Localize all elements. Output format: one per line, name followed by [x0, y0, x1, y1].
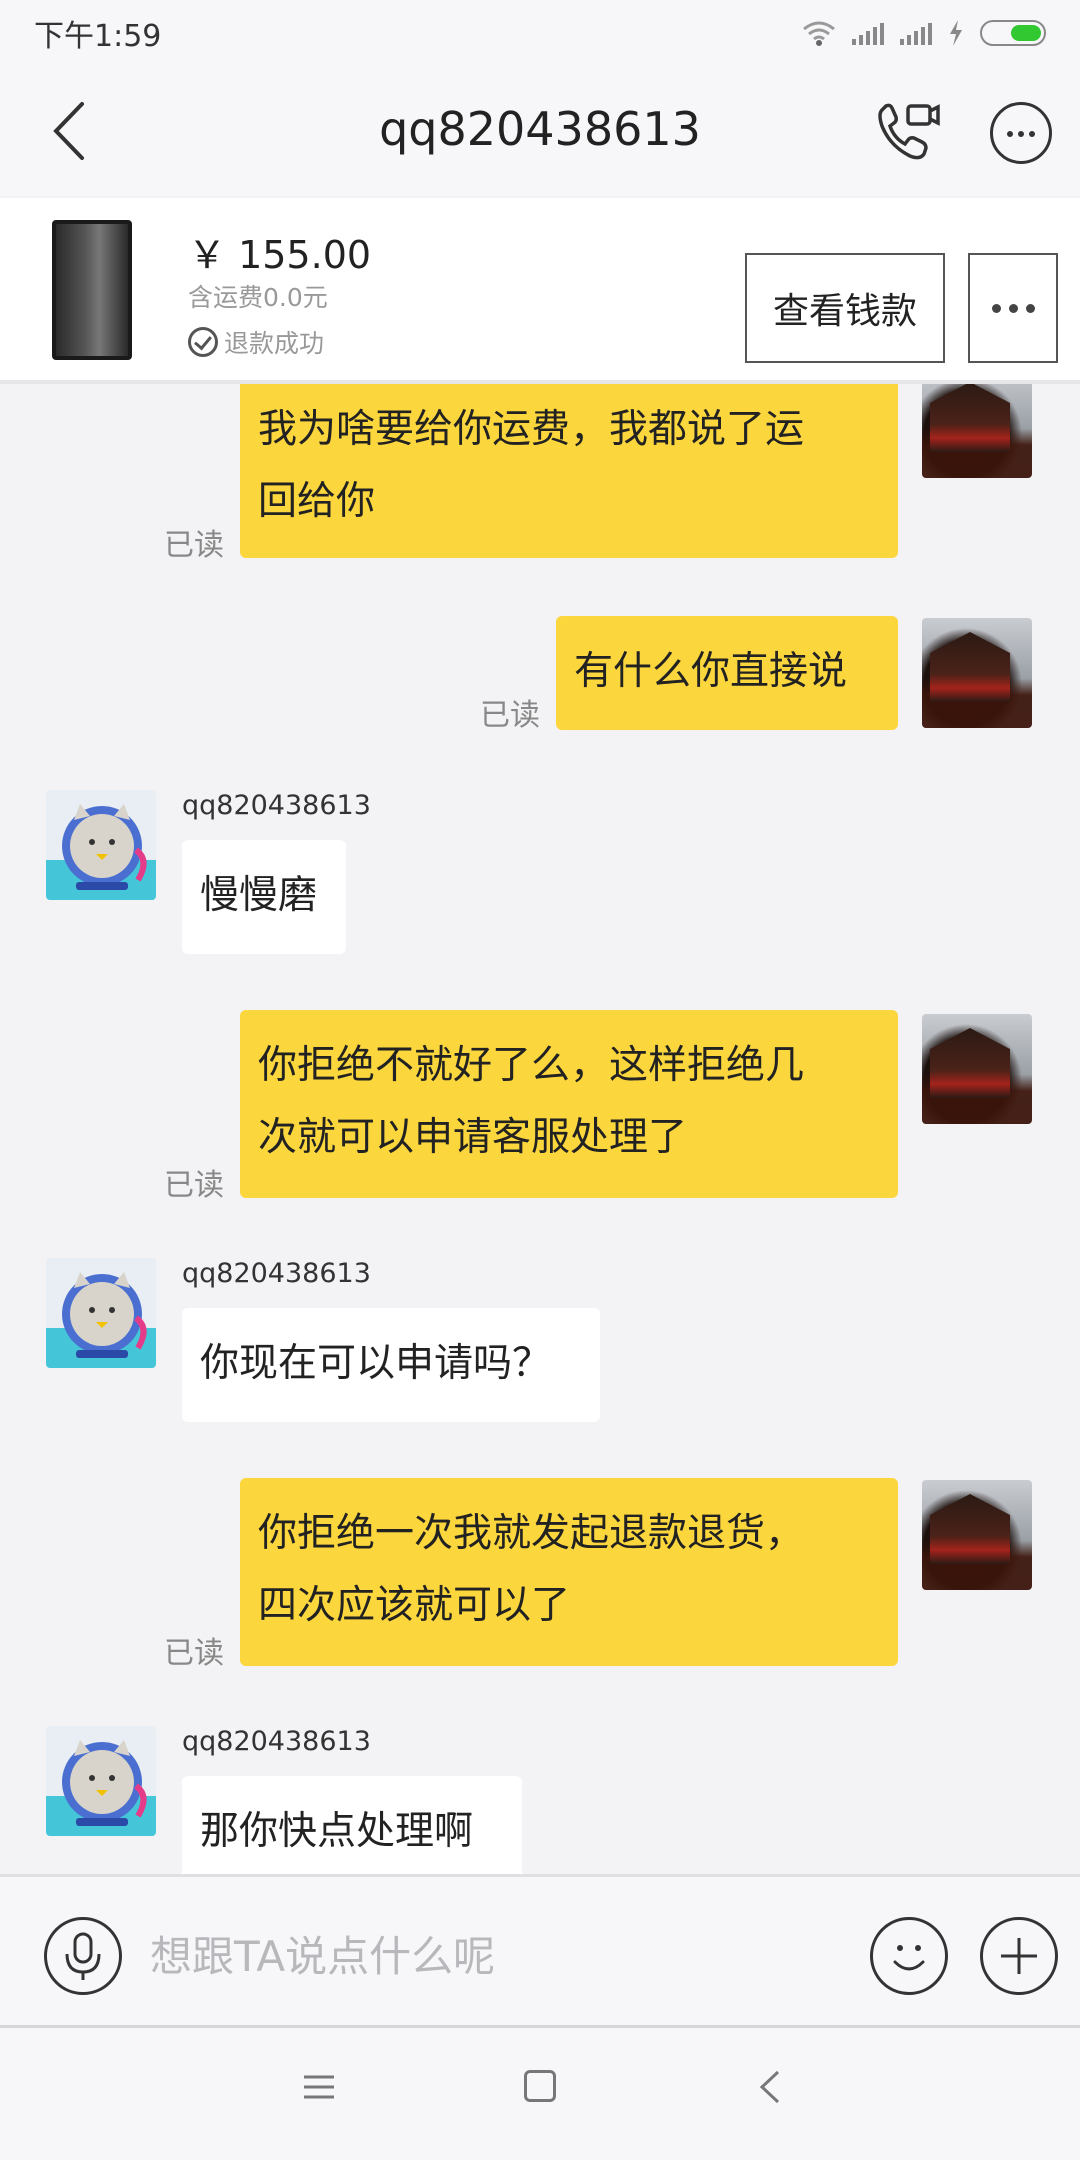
- attach-plus-button[interactable]: [980, 1917, 1058, 1995]
- contact-avatar[interactable]: [46, 790, 156, 900]
- view-money-button[interactable]: 查看钱款: [745, 253, 945, 363]
- signal-icon-2: [900, 21, 932, 45]
- message-line: 那你快点处理啊: [200, 1809, 474, 1854]
- message-line: 次就可以申请客服处理了: [258, 1115, 688, 1160]
- battery-icon: [980, 20, 1046, 46]
- ellipsis-circle-icon: [1007, 131, 1035, 137]
- refund-status: 退款成功: [188, 324, 324, 360]
- product-thumbnail[interactable]: [52, 220, 132, 360]
- read-receipt: 已读: [164, 528, 224, 563]
- my-avatar[interactable]: [922, 1480, 1032, 1590]
- my-avatar[interactable]: [922, 384, 1032, 478]
- read-receipt: 已读: [480, 698, 540, 733]
- status-time: 下午1:59: [34, 19, 162, 54]
- my-message-bubble[interactable]: 你拒绝不就好了么，这样拒绝几 次就可以申请客服处理了: [240, 1010, 898, 1198]
- home-square-icon[interactable]: [524, 2070, 556, 2102]
- message-line: 你现在可以申请吗？: [200, 1341, 552, 1386]
- sender-name: qq820438613: [182, 790, 371, 821]
- charging-icon: [950, 20, 962, 46]
- menu-icon[interactable]: [300, 2068, 338, 2106]
- message-line: 有什么你直接说: [574, 649, 848, 694]
- order-shipping: 含运费0.0元: [188, 283, 328, 312]
- refund-status-label: 退款成功: [224, 329, 325, 358]
- composer-bar: [0, 1874, 1080, 2028]
- cat-avatar-icon: [46, 1272, 156, 1368]
- read-receipt: 已读: [164, 1168, 224, 1203]
- more-options-button[interactable]: [990, 102, 1052, 164]
- my-message-bubble[interactable]: 你拒绝一次我就发起退款退货， 四次应该就可以了: [240, 1478, 898, 1666]
- message-line: 慢慢磨: [200, 873, 318, 918]
- message-list[interactable]: 我为啥要给你运费，我都说了运 回给你 已读 有什么你直接说 已读 qq82043…: [0, 384, 1080, 1874]
- sender-name: qq820438613: [182, 1726, 371, 1757]
- emoji-button[interactable]: [870, 1917, 948, 1995]
- contact-message-bubble[interactable]: 你现在可以申请吗？: [182, 1308, 600, 1422]
- cat-avatar-icon: [46, 804, 156, 900]
- contact-avatar[interactable]: [46, 1726, 156, 1836]
- contact-message-bubble[interactable]: 慢慢磨: [182, 840, 346, 954]
- message-input[interactable]: [150, 1917, 850, 1995]
- status-bar: 下午1:59: [0, 0, 1080, 66]
- status-icons: [802, 20, 1046, 46]
- order-more-button[interactable]: [968, 253, 1058, 363]
- my-avatar[interactable]: [922, 618, 1032, 728]
- my-message-bubble[interactable]: 我为啥要给你运费，我都说了运 回给你: [240, 384, 898, 558]
- order-summary[interactable]: ￥ 155.00 含运费0.0元 退款成功 查看钱款: [0, 198, 1080, 384]
- nav-back-icon[interactable]: [752, 2068, 790, 2106]
- message-line: 我为啥要给你运费，我都说了运: [258, 407, 805, 452]
- contact-avatar[interactable]: [46, 1258, 156, 1368]
- signal-icon-1: [852, 21, 884, 45]
- dot-icon: [1008, 303, 1018, 313]
- wifi-icon: [803, 21, 835, 46]
- order-price: ￥ 155.00: [188, 233, 372, 277]
- message-line: 你拒绝一次我就发起退款退货，: [258, 1511, 805, 1556]
- contact-message-bubble[interactable]: 那你快点处理啊: [182, 1776, 522, 1874]
- dot-icon: [991, 303, 1001, 313]
- cat-avatar-icon: [46, 1740, 156, 1836]
- dot-icon: [1025, 303, 1035, 313]
- smiley-icon: [893, 1945, 925, 1971]
- plus-icon: [1001, 1938, 1037, 1974]
- message-line: 你拒绝不就好了么，这样拒绝几: [258, 1043, 805, 1088]
- chat-header: qq820438613: [0, 66, 1080, 196]
- read-receipt: 已读: [164, 1636, 224, 1671]
- my-avatar[interactable]: [922, 1014, 1032, 1124]
- sender-name: qq820438613: [182, 1258, 371, 1289]
- check-circle-icon: [188, 327, 218, 357]
- phone-video-icon[interactable]: [872, 96, 942, 166]
- voice-input-button[interactable]: [44, 1917, 122, 1995]
- my-message-bubble[interactable]: 有什么你直接说: [556, 616, 898, 730]
- system-nav-bar: [0, 2028, 1080, 2160]
- message-line: 四次应该就可以了: [258, 1583, 571, 1628]
- microphone-icon: [65, 1932, 101, 1980]
- message-line: 回给你: [258, 479, 376, 524]
